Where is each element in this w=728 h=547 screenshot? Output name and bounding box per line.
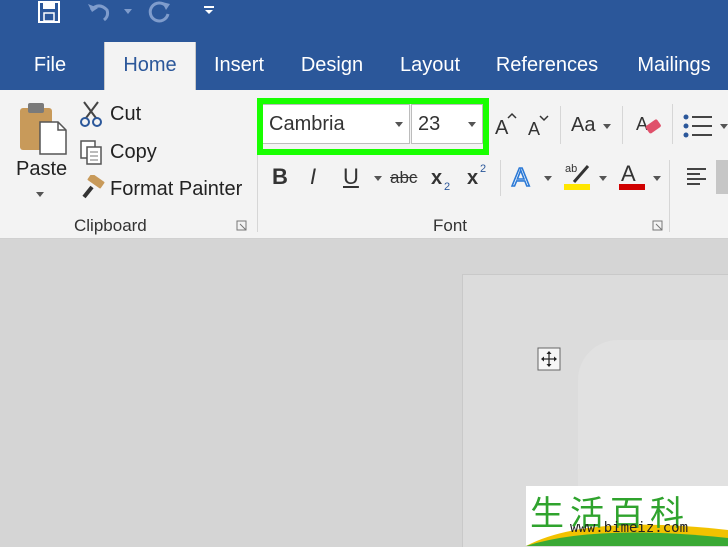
bullets-dropdown-icon[interactable]: [720, 124, 728, 129]
ribbon-tab-bar: File Home Insert Design Layout Reference…: [0, 40, 728, 92]
title-bar: [0, 0, 728, 40]
svg-text:x: x: [467, 167, 478, 188]
svg-text:ab: ab: [565, 163, 577, 175]
underline-button[interactable]: U: [343, 164, 359, 190]
superscript-icon[interactable]: x 2: [466, 160, 492, 188]
underline-dropdown-icon[interactable]: [374, 176, 382, 181]
align-left-icon[interactable]: [686, 166, 708, 188]
svg-text:A: A: [528, 119, 540, 138]
tab-layout[interactable]: Layout: [392, 40, 468, 90]
bullets-icon[interactable]: [682, 112, 716, 140]
svg-text:A: A: [636, 114, 648, 134]
copy-icon[interactable]: [78, 138, 104, 166]
paragraph-group-separator: [669, 160, 670, 232]
change-case-button[interactable]: Aa: [571, 114, 595, 137]
svg-text:2: 2: [480, 163, 486, 175]
svg-text:A: A: [621, 161, 636, 186]
svg-text:A: A: [495, 117, 509, 138]
font-separator-2: [622, 106, 623, 144]
tab-mailings[interactable]: Mailings: [626, 40, 722, 90]
paste-dropdown-icon[interactable]: [36, 192, 44, 197]
paste-icon[interactable]: [16, 100, 68, 156]
text-effects-dropdown-icon[interactable]: [544, 176, 552, 181]
redo-icon[interactable]: [146, 0, 172, 24]
tab-home[interactable]: Home: [104, 42, 196, 92]
change-case-dropdown-icon[interactable]: [603, 124, 611, 129]
clipboard-group-label: Clipboard: [74, 216, 147, 235]
copy-button[interactable]: Copy: [110, 141, 157, 164]
svg-text:A: A: [512, 162, 530, 192]
customize-toolbar-icon[interactable]: [203, 4, 215, 16]
font-color-dropdown-icon[interactable]: [653, 176, 661, 181]
clear-formatting-icon[interactable]: A: [634, 110, 664, 140]
highlight-box: [257, 98, 489, 155]
format-painter-icon[interactable]: [78, 175, 106, 201]
strikethrough-button[interactable]: abc: [390, 168, 417, 188]
undo-dropdown-icon[interactable]: [124, 9, 132, 14]
tab-insert[interactable]: Insert: [204, 40, 274, 90]
align-center-button[interactable]: [716, 160, 728, 194]
highlighter-dropdown-icon[interactable]: [599, 176, 607, 181]
move-handle-icon[interactable]: [537, 347, 561, 371]
text-effects-icon[interactable]: A: [510, 160, 540, 192]
svg-text:2: 2: [444, 181, 450, 192]
font-group-label: Font: [433, 216, 468, 235]
cut-icon[interactable]: [78, 100, 104, 128]
paste-button[interactable]: Paste: [16, 158, 67, 181]
tab-references[interactable]: References: [488, 40, 606, 90]
font-separator: [560, 106, 561, 144]
font-separator-3: [500, 160, 501, 196]
bold-button[interactable]: B: [272, 164, 288, 190]
undo-icon[interactable]: [86, 0, 112, 24]
clipboard-dialog-launcher-icon[interactable]: [236, 220, 248, 232]
font-dialog-launcher-icon[interactable]: [652, 220, 664, 232]
shrink-font-icon[interactable]: A: [526, 114, 550, 138]
highlighter-icon[interactable]: ab: [562, 160, 594, 192]
tab-file[interactable]: File: [20, 40, 80, 90]
watermark-url: www.bimeiz.com: [570, 520, 689, 536]
font-paragraph-separator-top: [672, 104, 673, 144]
font-color-icon[interactable]: A: [617, 160, 647, 192]
cut-button[interactable]: Cut: [110, 103, 141, 126]
watermark: 生活百科 www.bimeiz.com: [526, 486, 728, 546]
grow-font-icon[interactable]: A: [493, 112, 517, 138]
svg-text:x: x: [431, 167, 442, 189]
italic-button[interactable]: I: [310, 164, 316, 190]
format-painter-button[interactable]: Format Painter: [110, 178, 242, 201]
tab-design[interactable]: Design: [292, 40, 372, 90]
save-icon[interactable]: [36, 0, 62, 26]
subscript-icon[interactable]: x 2: [430, 164, 456, 192]
